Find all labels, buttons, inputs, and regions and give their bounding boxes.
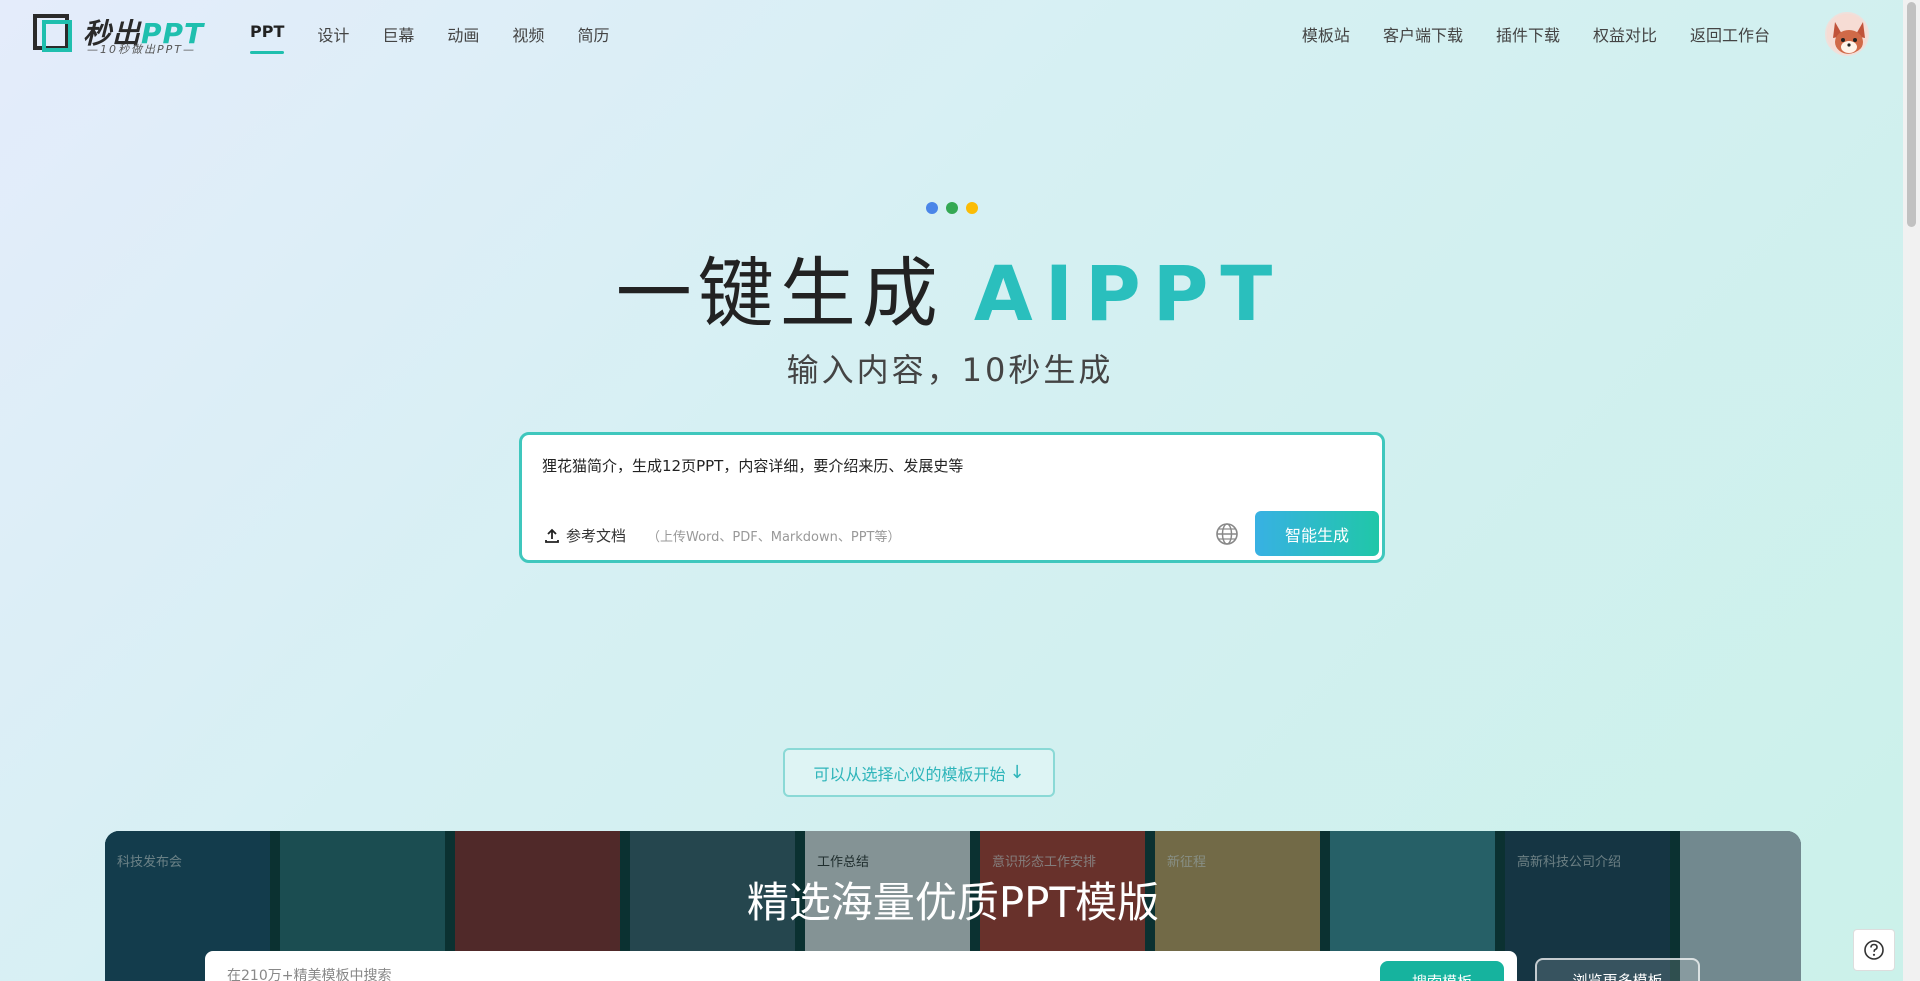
- hero-title-accent: AIPPT: [973, 249, 1285, 338]
- nav-item-ppt[interactable]: PPT: [250, 22, 285, 54]
- choose-template-label: 可以从选择心仪的模板开始: [813, 764, 1006, 784]
- template-search-placeholder: 在210万+精美模板中搜索: [227, 968, 392, 981]
- nav-item-video[interactable]: 视频: [512, 22, 544, 46]
- nav-benefits-compare[interactable]: 权益对比: [1593, 22, 1657, 46]
- nav-back-to-workspace[interactable]: 返回工作台: [1690, 22, 1770, 46]
- nav-item-design[interactable]: 设计: [317, 22, 349, 46]
- hero-title: 一键生成 AIPPT: [0, 232, 1900, 342]
- gallery-title: 精选海量优质PPT模版: [746, 878, 1160, 927]
- upload-label: 参考文档: [566, 527, 627, 545]
- browse-more-templates-button[interactable]: 浏览更多模板: [1535, 958, 1700, 981]
- globe-icon: [1216, 523, 1238, 545]
- help-button[interactable]: [1853, 929, 1895, 971]
- upload-icon: [545, 528, 559, 543]
- hero-subtitle: 输入内容，10秒生成: [786, 351, 1114, 389]
- nav-template-site[interactable]: 模板站: [1302, 22, 1350, 46]
- logo-slogan: —10秒做出PPT—: [87, 43, 196, 56]
- web-search-toggle[interactable]: [1214, 521, 1240, 547]
- nav-item-animation[interactable]: 动画: [447, 22, 479, 46]
- prompt-box: 狸花猫简介，生成12页PPT，内容详细，要介绍来历、发展史等 参考文档 （上传W…: [519, 432, 1385, 563]
- main-nav: PPT 设计 巨幕 动画 视频 简历: [250, 22, 642, 54]
- top-header: 秒出PPT —10秒做出PPT— PPT 设计 巨幕 动画 视频 简历 模板站 …: [0, 0, 1900, 68]
- logo[interactable]: 秒出PPT —10秒做出PPT—: [33, 12, 215, 56]
- question-circle-icon: [1864, 940, 1884, 960]
- logo-mark-icon: [33, 14, 75, 54]
- dot-green: [946, 202, 958, 214]
- upload-reference-button[interactable]: 参考文档: [544, 525, 626, 546]
- dot-yellow: [966, 202, 978, 214]
- nav-client-download[interactable]: 客户端下载: [1383, 22, 1463, 46]
- scrollbar-thumb[interactable]: [1907, 2, 1916, 227]
- hero-title-main: 一键生成: [615, 249, 944, 338]
- nav-plugin-download[interactable]: 插件下载: [1496, 22, 1560, 46]
- generate-button[interactable]: 智能生成: [1255, 511, 1379, 556]
- arrow-down-icon: ↓: [1009, 762, 1025, 783]
- nav-item-giant-screen[interactable]: 巨幕: [382, 22, 414, 46]
- template-gallery-banner: 科技发布会 工作总结 意识形态工作安排 新征程 高新科技公司介绍 精选海量优质P…: [105, 831, 1801, 981]
- avatar[interactable]: [1825, 12, 1869, 56]
- fox-avatar-icon: [1827, 14, 1867, 54]
- choose-template-button[interactable]: 可以从选择心仪的模板开始 ↓: [783, 748, 1055, 797]
- dot-blue: [926, 202, 938, 214]
- prompt-input[interactable]: 狸花猫简介，生成12页PPT，内容详细，要介绍来历、发展史等: [542, 455, 963, 476]
- search-template-button[interactable]: 搜索模板: [1380, 961, 1504, 981]
- template-search-input[interactable]: 在210万+精美模板中搜索: [205, 951, 1517, 981]
- upload-hint: （上传Word、PDF、Markdown、PPT等）: [647, 530, 901, 545]
- hero-dots: [926, 202, 978, 214]
- page-scrollbar[interactable]: [1903, 0, 1920, 981]
- nav-item-resume[interactable]: 简历: [577, 22, 609, 46]
- right-nav: 模板站 客户端下载 插件下载 权益对比 返回工作台: [1269, 22, 1770, 46]
